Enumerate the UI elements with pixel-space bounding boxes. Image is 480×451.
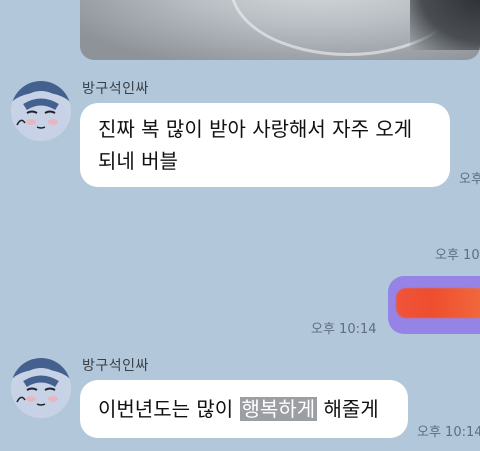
message-time: 오후 10:14: [311, 322, 377, 337]
highlighted-text: 행복하게: [239, 397, 318, 421]
message-text-line: 되네 버블: [98, 149, 178, 173]
message-text: 이번년도는 많이: [98, 397, 240, 421]
sender-name: 방구석인싸: [82, 81, 149, 97]
message-text: 해줄게: [317, 397, 379, 421]
sender-avatar[interactable]: [11, 81, 71, 141]
message-bubble[interactable]: 진짜 복 많이 받아 사랑해서 자주 오게 되네 버블: [80, 103, 450, 187]
photo-message[interactable]: [80, 0, 480, 60]
message-time: 오후 10:14: [417, 425, 480, 440]
sleepy-face-avatar-icon: [11, 358, 71, 418]
sleepy-face-avatar-icon: [11, 81, 71, 141]
message-time: 오후 10:: [435, 248, 480, 263]
message-time: 오후: [459, 172, 480, 187]
photo-detail: [410, 0, 480, 50]
message-bubble[interactable]: 이번년도는 많이 행복하게 해줄게: [80, 380, 408, 438]
sender-name: 방구석인싸: [82, 358, 149, 374]
message-text-line: 진짜 복 많이 받아 사랑해서 자주 오게: [98, 117, 413, 141]
redaction-mark: [396, 288, 480, 318]
chat-area: 방구석인싸 진짜 복 많이 받아 사랑해서 자주 오게 되네 버블 오후 오후 …: [0, 0, 480, 451]
sender-avatar[interactable]: [11, 358, 71, 418]
outgoing-message-bubble[interactable]: [388, 276, 480, 334]
